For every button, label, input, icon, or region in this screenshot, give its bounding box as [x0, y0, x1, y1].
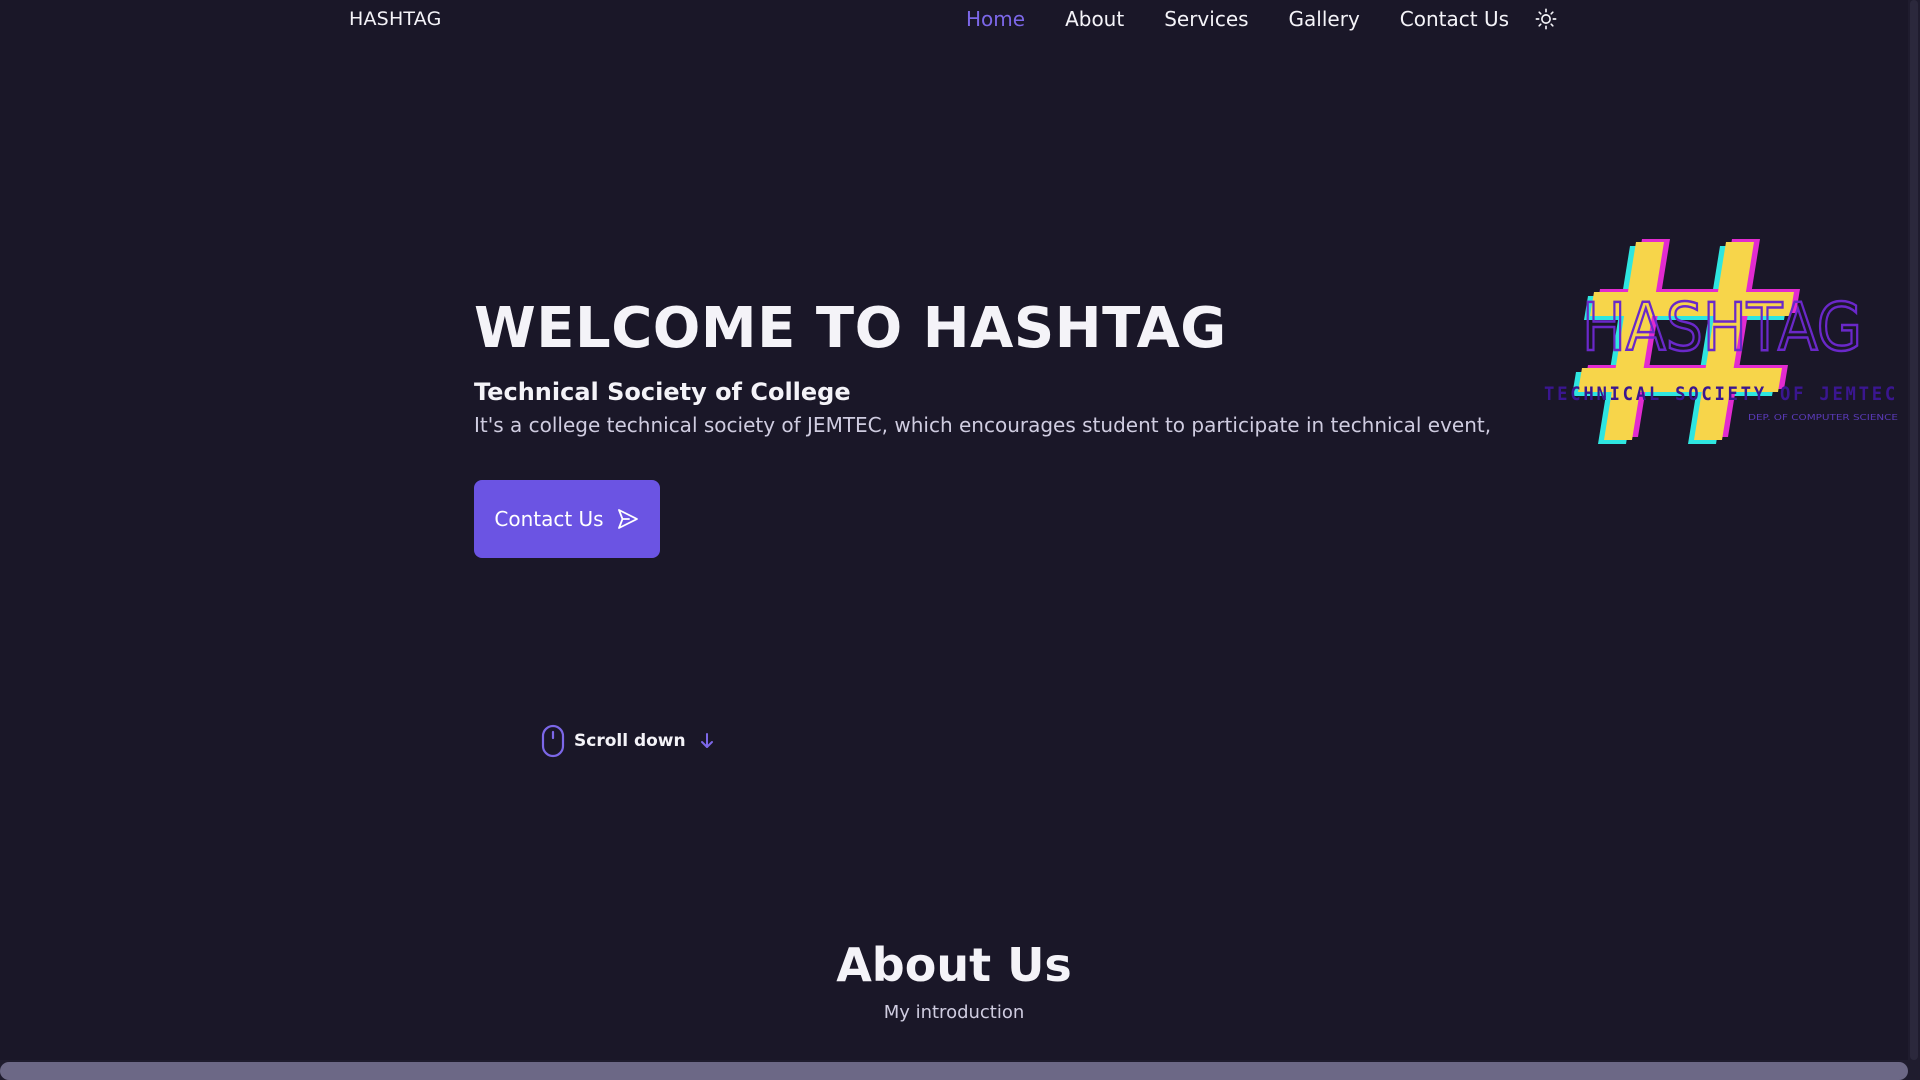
nav-services[interactable]: Services	[1164, 7, 1248, 31]
sun-icon	[1535, 8, 1557, 30]
contact-us-button[interactable]: Contact Us	[474, 480, 660, 558]
arrow-down-icon	[700, 733, 713, 748]
horizontal-scrollbar[interactable]	[0, 1060, 1908, 1080]
nav-about[interactable]: About	[1065, 7, 1124, 31]
nav-contact[interactable]: Contact Us	[1400, 7, 1509, 31]
brand-logo-text[interactable]: HASHTAG	[349, 8, 442, 30]
send-icon	[617, 509, 638, 529]
logo-dept: DEP. OF COMPUTER SCIENCE	[1748, 413, 1898, 422]
about-subtitle: My introduction	[883, 1002, 1025, 1023]
hero-title: WELCOME TO HASHTAG	[474, 296, 1227, 361]
logo-word: HASHTAG	[1582, 289, 1862, 366]
mouse-icon	[541, 724, 565, 758]
main-nav: Home About Services Gallery Contact Us	[966, 7, 1509, 31]
hashtag-logo: HASHTAG TECHNICAL SOCIETY OF JEMTEC DEP.…	[1540, 230, 1902, 450]
about-title: About Us	[836, 938, 1072, 992]
horizontal-scrollbar-thumb[interactable]	[0, 1062, 1908, 1080]
theme-toggle-button[interactable]	[1535, 8, 1557, 30]
nav-gallery[interactable]: Gallery	[1289, 7, 1360, 31]
hashtag-logo-graphic: HASHTAG TECHNICAL SOCIETY OF JEMTEC DEP.…	[1544, 239, 1898, 444]
scroll-down-link[interactable]: Scroll down	[541, 724, 715, 758]
hero-description: It's a college technical society of JEMT…	[474, 413, 1492, 437]
page: HASHTAG Home About Services Gallery Cont…	[0, 0, 1920, 1080]
scroll-down-label: Scroll down	[574, 731, 686, 751]
vertical-scrollbar-thumb[interactable]	[1910, 0, 1918, 1060]
nav-home[interactable]: Home	[966, 7, 1025, 31]
hero-subtitle: Technical Society of College	[474, 378, 851, 406]
vertical-scrollbar[interactable]	[1908, 0, 1920, 1080]
contact-us-button-label: Contact Us	[494, 507, 604, 531]
site-header: HASHTAG Home About Services Gallery Cont…	[0, 0, 1908, 40]
logo-tagline: TECHNICAL SOCIETY OF JEMTEC	[1544, 383, 1898, 405]
